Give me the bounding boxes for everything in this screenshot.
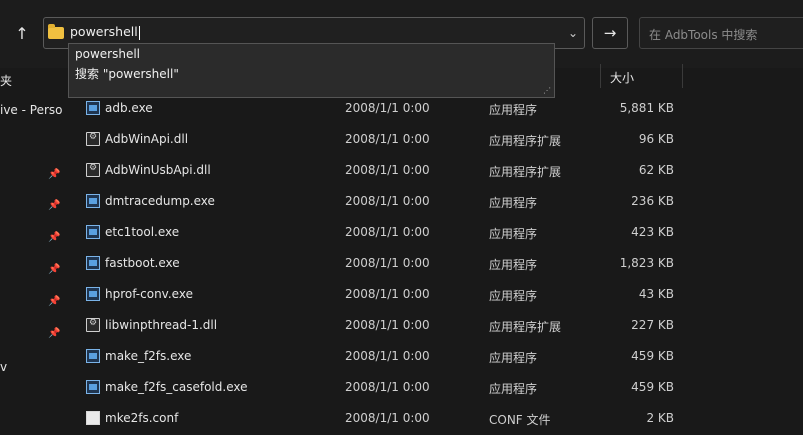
file-name: libwinpthread-1.dll [105,318,218,332]
file-size: 43 KB [638,287,674,301]
file-type: 应用程序 [489,289,538,303]
file-date: 2008/1/1 0:00 [345,101,430,115]
file-row[interactable]: adb.exe 2008/1/1 0:00 应用程序 5,881 KB [66,94,803,125]
sidebar-item-label[interactable]: v [0,360,7,374]
file-type: 应用程序扩展 [489,320,562,334]
file-date: 2008/1/1 0:00 [345,318,430,332]
sidebar-item-label[interactable]: 夹 [0,72,12,89]
pin-icon: 📌 [48,328,61,339]
conf-file-icon [86,411,100,425]
suggestion-item[interactable]: powershell [75,47,140,61]
file-type: CONF 文件 [489,413,551,427]
pin-icon: 📌 [48,296,61,307]
dll-file-icon [86,163,100,177]
file-row[interactable]: make_f2fs_casefold.exe 2008/1/1 0:00 应用程序 4… [66,373,803,404]
file-size: 96 KB [638,132,674,146]
file-size: 1,823 KB [619,256,674,270]
file-name: etc1tool.exe [105,225,180,239]
file-type: 应用程序 [489,196,538,210]
file-name: mke2fs.conf [105,411,179,425]
file-row[interactable]: hprof-conv.exe 2008/1/1 0:00 应用程序 43 KB [66,280,803,311]
file-type: 应用程序 [489,258,538,272]
file-name: dmtracedump.exe [105,194,215,208]
file-row[interactable]: AdbWinUsbApi.dll 2008/1/1 0:00 应用程序扩展 62 KB [66,156,803,187]
exe-file-icon [86,287,100,301]
file-type: 应用程序扩展 [489,165,562,179]
file-type: 应用程序 [489,103,538,117]
file-size: 236 KB [631,194,674,208]
file-row[interactable]: dmtracedump.exe 2008/1/1 0:00 应用程序 236 KB [66,187,803,218]
file-date: 2008/1/1 0:00 [345,256,430,270]
file-date: 2008/1/1 0:00 [345,225,430,239]
file-type: 应用程序 [489,351,538,365]
file-name: hprof-conv.exe [105,287,193,301]
resize-grip-icon[interactable]: ⋰ [543,87,551,95]
up-arrow-icon[interactable]: ↑ [10,22,34,46]
file-date: 2008/1/1 0:00 [345,163,430,177]
pin-icon: 📌 [48,169,61,180]
file-size: 2 KB [646,411,674,425]
file-date: 2008/1/1 0:00 [345,194,430,208]
file-name: make_f2fs_casefold.exe [105,380,248,394]
pin-icon: 📌 [48,232,61,243]
file-row[interactable]: fastboot.exe 2008/1/1 0:00 应用程序 1,823 KB [66,249,803,280]
file-date: 2008/1/1 0:00 [345,349,430,363]
exe-file-icon [86,380,100,394]
column-divider[interactable] [600,64,601,88]
file-name: AdbWinApi.dll [105,132,189,146]
sidebar-item-onedrive[interactable]: ive - Perso [0,103,63,117]
file-name: adb.exe [105,101,153,115]
file-row[interactable]: make_f2fs.exe 2008/1/1 0:00 应用程序 459 KB [66,342,803,373]
file-name: fastboot.exe [105,256,180,270]
exe-file-icon [86,256,100,270]
file-name: AdbWinUsbApi.dll [105,163,211,177]
navigation-pane: 夹 ive - Perso 📌 📌 📌 📌 📌 📌 v [0,68,66,426]
pin-icon: 📌 [48,200,61,211]
file-size: 459 KB [631,380,674,394]
file-size: 459 KB [631,349,674,363]
exe-file-icon [86,225,100,239]
go-arrow-button[interactable]: → [592,17,628,49]
file-date: 2008/1/1 0:00 [345,411,430,425]
column-header-size[interactable]: 大小 [610,69,634,86]
file-size: 423 KB [631,225,674,239]
column-divider[interactable] [682,64,683,88]
text-caret [138,25,140,40]
folder-icon [48,24,64,39]
file-date: 2008/1/1 0:00 [345,380,430,394]
file-size: 62 KB [638,163,674,177]
dll-file-icon [86,318,100,332]
file-size: 227 KB [631,318,674,332]
search-box[interactable]: 在 AdbTools 中搜索 [639,17,803,49]
address-value: powershell [70,24,138,39]
file-row[interactable]: libwinpthread-1.dll 2008/1/1 0:00 应用程序扩展 22… [66,311,803,342]
search-placeholder: 在 AdbTools 中搜索 [649,28,758,42]
exe-file-icon [86,101,100,115]
file-size: 5,881 KB [619,101,674,115]
file-type: 应用程序 [489,227,538,241]
dll-file-icon [86,132,100,146]
file-row[interactable]: mke2fs.conf 2008/1/1 0:00 CONF 文件 2 KB [66,404,803,435]
exe-file-icon [86,194,100,208]
file-row[interactable]: AdbWinApi.dll 2008/1/1 0:00 应用程序扩展 96 KB [66,125,803,156]
file-type: 应用程序扩展 [489,134,562,148]
exe-file-icon [86,349,100,363]
file-type: 应用程序 [489,382,538,396]
address-suggestions-dropdown: powershell 搜索 "powershell" ⋰ [68,43,555,98]
file-name: make_f2fs.exe [105,349,192,363]
chevron-down-icon[interactable]: ⌄ [560,17,586,49]
file-date: 2008/1/1 0:00 [345,287,430,301]
address-input[interactable]: powershell [70,24,140,40]
file-date: 2008/1/1 0:00 [345,132,430,146]
suggestion-item[interactable]: 搜索 "powershell" [75,65,179,82]
pin-icon: 📌 [48,264,61,275]
file-row[interactable]: etc1tool.exe 2008/1/1 0:00 应用程序 423 KB [66,218,803,249]
